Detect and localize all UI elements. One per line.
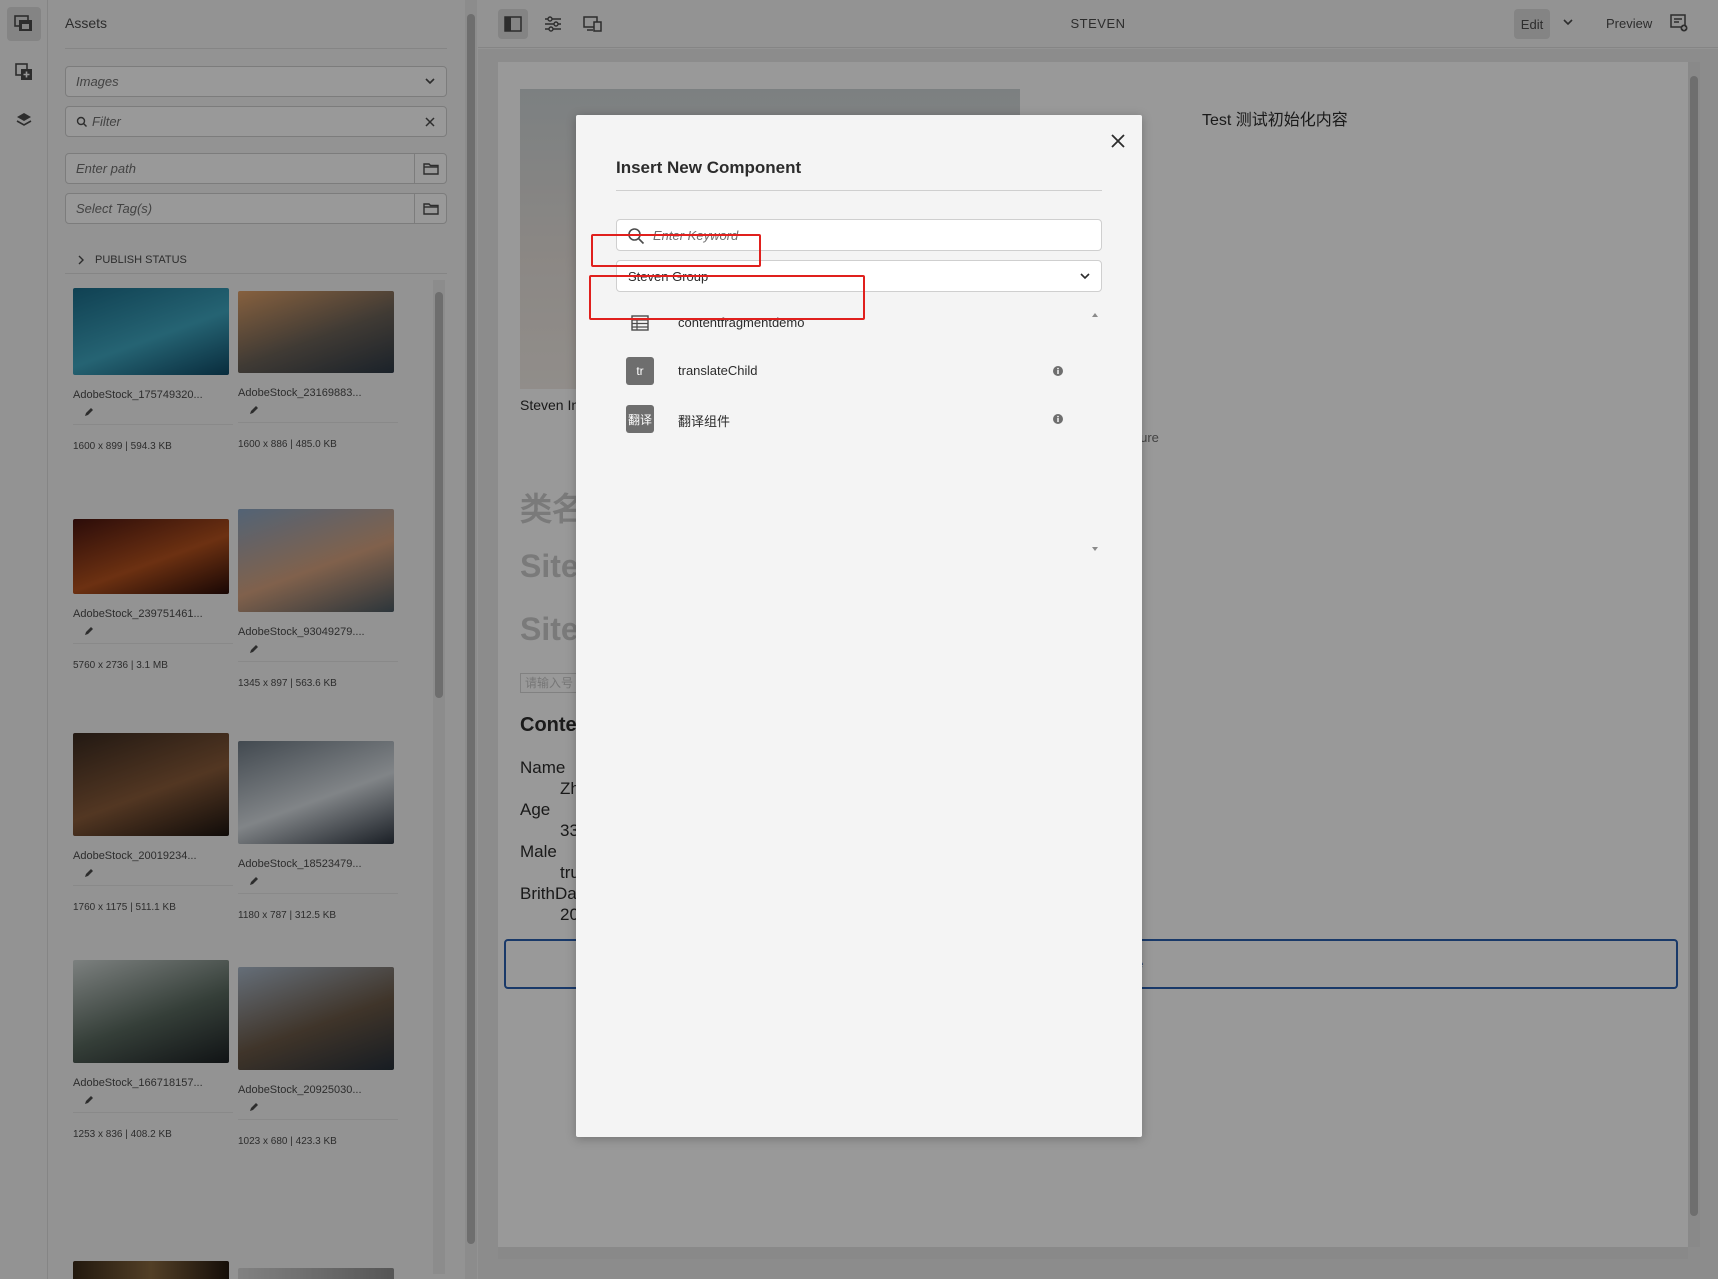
- chevron-down-icon: [1080, 273, 1090, 280]
- insert-component-dialog: Insert New Component Enter Keyword Steve…: [576, 115, 1142, 1137]
- highlight-component-item: [589, 275, 865, 320]
- component-label: 翻译组件: [678, 414, 731, 429]
- close-icon[interactable]: [1108, 131, 1128, 151]
- tr-abbr-icon: tr: [626, 357, 654, 385]
- component-icon-text: 翻译: [627, 412, 652, 427]
- divider: [616, 190, 1102, 191]
- highlight-group-select: [591, 234, 761, 267]
- component-icon-text: tr: [636, 364, 644, 378]
- dialog-title: Insert New Component: [616, 158, 802, 177]
- component-list: contentfragmentdemo tr translateChild 翻译 翻译组…: [616, 301, 1102, 563]
- cn-abbr-icon: 翻译: [626, 405, 654, 433]
- component-item[interactable]: tr translateChild: [616, 349, 1076, 393]
- info-icon[interactable]: [1053, 363, 1063, 381]
- component-item[interactable]: 翻译 翻译组件: [616, 397, 1076, 441]
- component-list-scrollbar[interactable]: [1088, 301, 1102, 563]
- component-label: translateChild: [678, 363, 758, 378]
- info-icon[interactable]: [1053, 411, 1063, 429]
